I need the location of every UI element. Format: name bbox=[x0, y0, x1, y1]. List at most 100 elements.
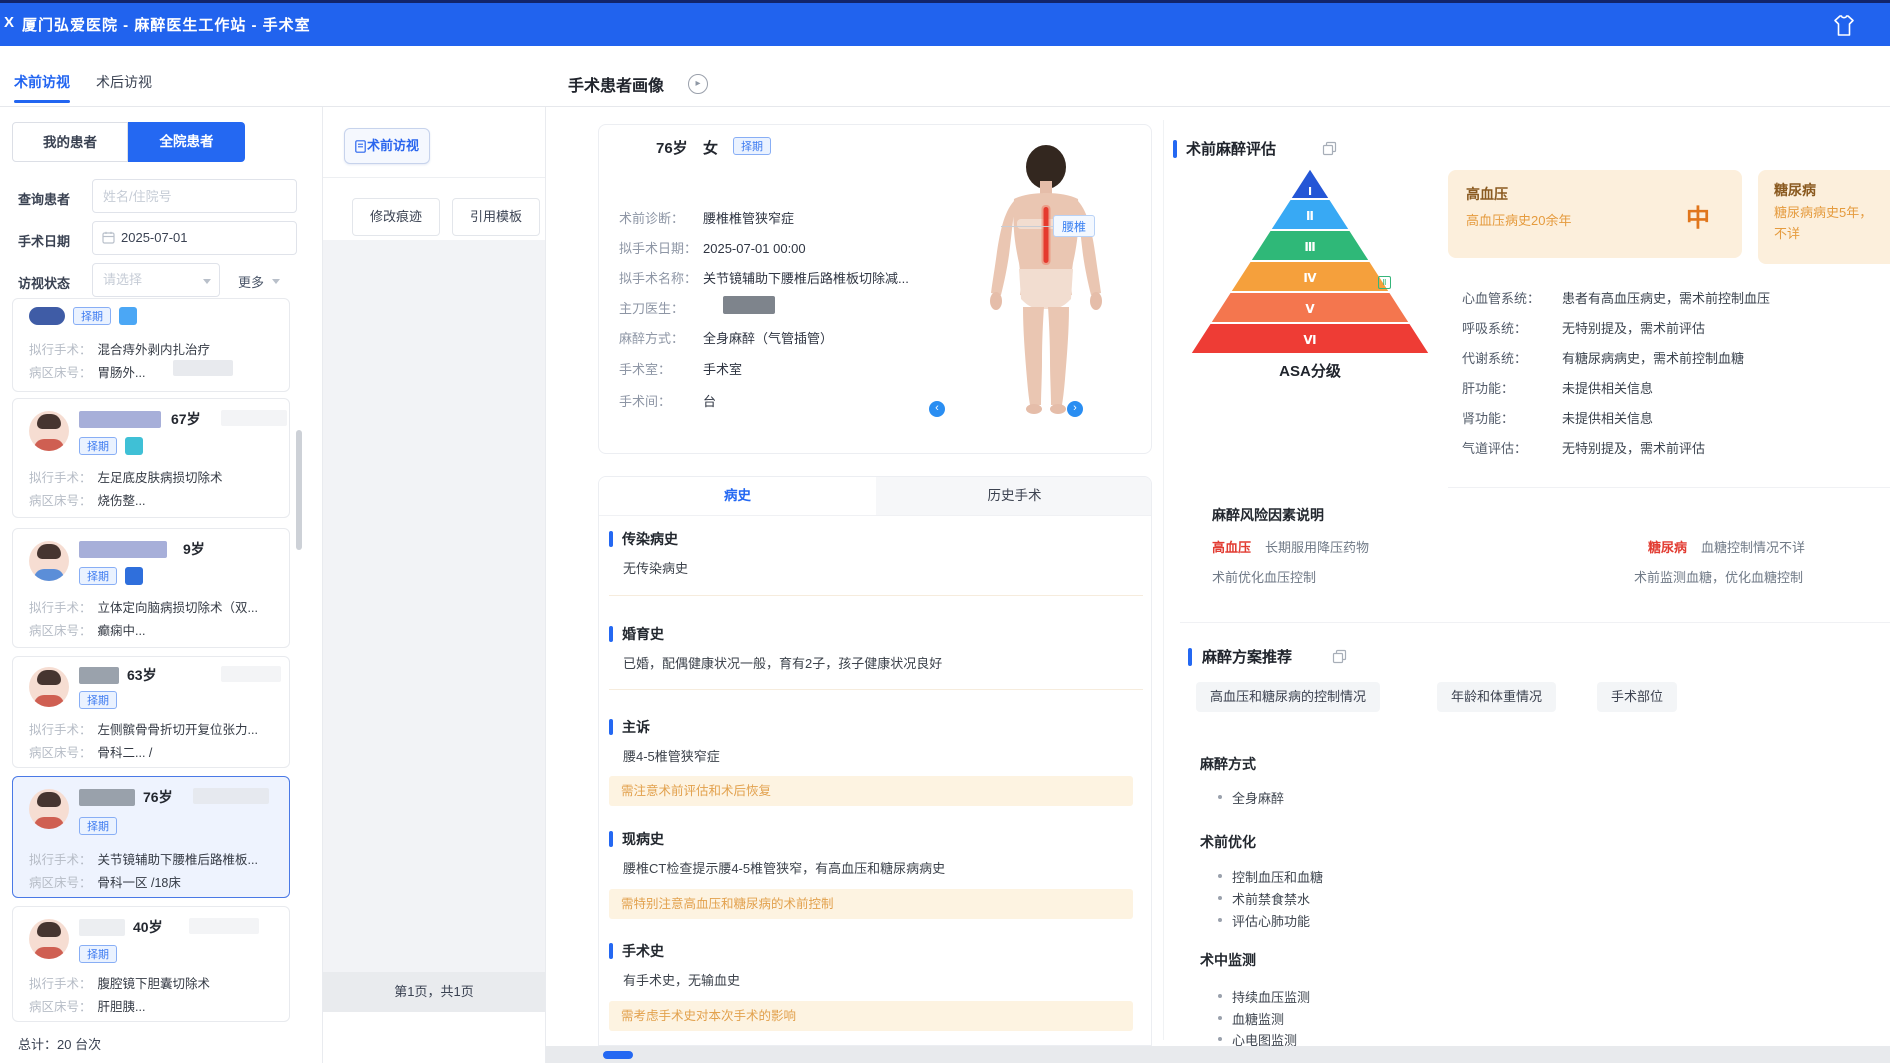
bed-label: 病区床号： bbox=[29, 494, 92, 508]
page-title: 手术患者画像 bbox=[568, 72, 664, 96]
section-title: 主诉 bbox=[609, 717, 650, 737]
section-content: 有手术史，无输血史 bbox=[623, 970, 740, 989]
preop-visit-button[interactable]: 术前访视 bbox=[344, 128, 430, 164]
body-site-label[interactable]: 腰椎 bbox=[1053, 215, 1095, 237]
patient-info-card: 76岁 女 择期 术前诊断：腰椎椎管狭窄症 拟手术日期：2025-07-01 0… bbox=[598, 124, 1152, 454]
bed-label: 病区床号： bbox=[29, 1000, 92, 1014]
tab-postop-visit[interactable]: 术后访视 bbox=[96, 72, 152, 92]
asa-level-label: Ⅵ bbox=[1303, 333, 1316, 347]
patient-card-selected[interactable]: 76岁 择期 拟行手术：关节镜辅助下腰椎后路椎板... 病区床号：骨科一区 /1… bbox=[12, 776, 290, 898]
patient-card[interactable]: 9岁 择期 拟行手术：立体定向脑病损切除术（双... 病区床号：癫痫中... bbox=[12, 528, 290, 648]
patient-card[interactable]: 67岁 择期 拟行手术：左足底皮肤病损切除术 病区床号：烧伤整... bbox=[12, 398, 290, 518]
section-bar bbox=[609, 943, 613, 959]
patient-tag-icon bbox=[119, 307, 137, 325]
surgery-date-label: 手术日期 bbox=[18, 231, 70, 250]
rotate-left-button[interactable]: ‹ bbox=[929, 401, 945, 417]
middle-divider bbox=[323, 177, 545, 178]
bullet-dot bbox=[1218, 918, 1222, 922]
patient-name-redacted bbox=[79, 789, 135, 806]
asa-level-label: Ⅰ bbox=[1308, 186, 1312, 198]
risk-factors-title: 麻醉风险因素说明 bbox=[1212, 505, 1324, 525]
surgery-value: 腹腔镜下胆囊切除术 bbox=[98, 977, 211, 991]
play-icon[interactable]: ▸ bbox=[688, 74, 708, 94]
use-template-button[interactable]: 引用模板 bbox=[452, 198, 540, 236]
patient-age: 63岁 bbox=[127, 665, 157, 685]
patient-avatar bbox=[29, 411, 69, 451]
elective-badge: 择期 bbox=[79, 691, 117, 709]
field-label: 拟手术名称： bbox=[619, 268, 703, 287]
more-filters-button[interactable]: 更多 bbox=[238, 272, 264, 291]
right-divider bbox=[1448, 487, 1890, 488]
patient-list-scrollbar[interactable] bbox=[296, 430, 302, 550]
patient-tag-icon bbox=[125, 567, 143, 585]
surgery-label: 拟行手术： bbox=[29, 343, 92, 357]
patient-avatar bbox=[29, 919, 69, 959]
tab-preop-visit[interactable]: 术前访视 bbox=[14, 72, 70, 92]
surgery-label: 拟行手术： bbox=[29, 723, 92, 737]
all-patients-button[interactable]: 全院患者 bbox=[128, 122, 245, 162]
surgery-value: 左足底皮肤病损切除术 bbox=[98, 471, 223, 485]
search-input-field[interactable] bbox=[93, 180, 296, 212]
app-title: 厦门弘爱医院 - 麻醉医生工作站 - 手术室 bbox=[22, 14, 311, 35]
patient-card[interactable]: 择期 拟行手术：混合痔外剥内扎治疗 病区床号：胃肠外... bbox=[12, 298, 290, 392]
asa-caption: ASA分级 bbox=[1250, 360, 1370, 381]
field-label: 术前诊断： bbox=[619, 208, 703, 227]
section-bar bbox=[1188, 648, 1192, 666]
visit-status-select[interactable]: 请选择 bbox=[92, 263, 220, 297]
system-row: 肝功能：未提供相关信息 bbox=[1462, 378, 1653, 397]
system-row: 心血管系统：患者有高血压病史，需术前控制血压 bbox=[1462, 288, 1770, 307]
body-figure[interactable] bbox=[951, 141, 1141, 421]
patient-avatar bbox=[29, 667, 69, 707]
tab-surgical-history[interactable]: 历史手术 bbox=[876, 477, 1152, 515]
asa-pyramid: Ⅰ Ⅱ Ⅲ Ⅳ Ⅴ Ⅵ bbox=[1190, 168, 1430, 354]
redacted-info bbox=[189, 918, 259, 934]
risk-note-action: 术前监测血糖，优化血糖控制 bbox=[1634, 567, 1803, 586]
patient-name-redacted bbox=[79, 411, 161, 428]
patient-card[interactable]: 63岁 择期 拟行手术：左侧髌骨骨折切开复位张力... 病区床号：骨科二... … bbox=[12, 656, 290, 768]
section-ai-note: 需特别注意高血压和糖尿病的术前控制 bbox=[609, 889, 1133, 919]
surgeon-name-redacted bbox=[723, 296, 775, 314]
copy-icon[interactable] bbox=[1322, 141, 1337, 156]
plan-tag: 手术部位 bbox=[1597, 682, 1677, 712]
copy-icon[interactable] bbox=[1332, 649, 1347, 664]
section-bar bbox=[609, 831, 613, 847]
history-card: 病史 历史手术 传染病史 无传染病史 婚育史 已婚，配偶健康状况一般，育有2子，… bbox=[598, 476, 1152, 1046]
plan-item: 血糖监测 bbox=[1232, 1009, 1284, 1028]
section-bar bbox=[609, 531, 613, 547]
anesthesia-workstation: X 厦门弘爱医院 - 麻醉医生工作站 - 手术室 术前访视 术后访视 我的患者 … bbox=[0, 0, 1890, 1063]
horizontal-scrollbar[interactable] bbox=[603, 1051, 633, 1059]
surgery-date-value: 2025-07-01 bbox=[121, 230, 188, 245]
my-patients-button[interactable]: 我的患者 bbox=[12, 122, 128, 162]
right-divider bbox=[1180, 622, 1890, 623]
total-count: 总计：20 台次 bbox=[18, 1034, 101, 1053]
risk-note: 糖尿病血糖控制情况不详 bbox=[1648, 537, 1805, 557]
section-title: 手术史 bbox=[609, 941, 664, 961]
field-value: 关节镜辅助下腰椎后路椎板切除减... bbox=[703, 271, 909, 286]
system-row: 呼吸系统：无特别提及，需术前评估 bbox=[1462, 318, 1705, 337]
tab-medical-history[interactable]: 病史 bbox=[599, 477, 876, 515]
patient-card[interactable]: 40岁 择期 拟行手术：腹腔镜下胆囊切除术 病区床号：肝胆胰... bbox=[12, 906, 290, 1022]
portrait-gender: 女 bbox=[703, 137, 718, 158]
spine-highlight bbox=[1044, 207, 1049, 263]
field-value: 全身麻醉（气管插管） bbox=[703, 331, 833, 346]
surgery-date-input[interactable]: 2025-07-01 bbox=[92, 221, 297, 255]
rotate-right-button[interactable]: › bbox=[1067, 401, 1083, 417]
elective-badge: 择期 bbox=[733, 137, 771, 155]
field-value: 手术室 bbox=[703, 362, 742, 377]
field-label: 主刀医生： bbox=[619, 298, 703, 317]
section-ai-note: 需注意术前评估和术后恢复 bbox=[609, 776, 1133, 806]
patient-avatar bbox=[29, 789, 69, 829]
patient-age: 9岁 bbox=[183, 539, 205, 559]
risk-card-title: 糖尿病 bbox=[1774, 180, 1816, 200]
document-empty-area bbox=[323, 240, 545, 972]
section-divider bbox=[609, 689, 1143, 690]
active-tab-underline bbox=[14, 100, 70, 103]
bed-value: 肝胆胰... bbox=[98, 1000, 146, 1014]
elective-badge: 择期 bbox=[79, 945, 117, 963]
section-ai-note: 需考虑手术史对本次手术的影响 bbox=[609, 1001, 1133, 1031]
system-row: 气道评估：无特别提及，需术前评估 bbox=[1462, 438, 1705, 457]
elective-badge: 择期 bbox=[79, 437, 117, 455]
uniform-icon[interactable] bbox=[1832, 13, 1856, 39]
revision-trace-button[interactable]: 修改痕迹 bbox=[352, 198, 440, 236]
search-input[interactable] bbox=[92, 179, 297, 213]
